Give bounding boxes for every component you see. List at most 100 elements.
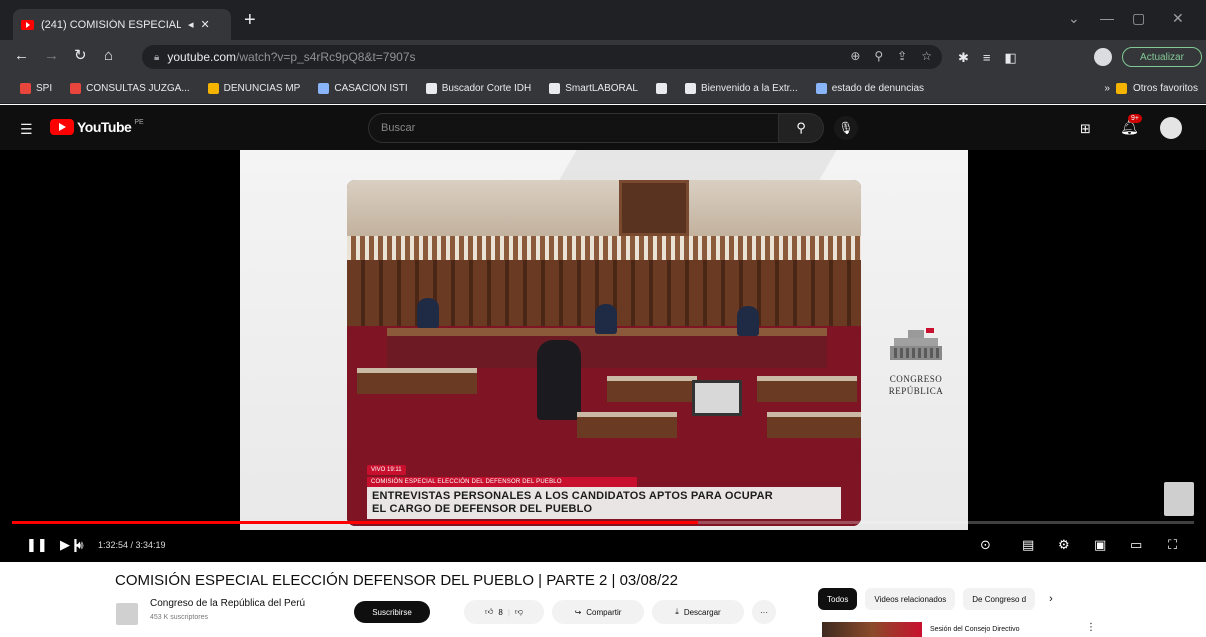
bookmark-label: DENUNCIAS MP — [223, 83, 301, 94]
microphone-icon: 🎙︎ — [838, 121, 854, 135]
commission-member — [417, 298, 439, 328]
bookmark-label: Bienvenido a la Extr... — [701, 83, 798, 94]
candidate-seated — [537, 340, 581, 420]
bookmark-star-icon[interactable]: ☆ — [921, 49, 932, 63]
bookmark-favicon-icon — [656, 83, 667, 94]
share-page-icon[interactable]: ⇪ — [897, 49, 907, 63]
bookmarks-overflow-icon[interactable]: » — [1104, 83, 1110, 94]
side-panel-icon[interactable]: ◧ — [1005, 50, 1017, 66]
subtitles-icon[interactable]: ▤ — [1022, 538, 1034, 552]
more-actions-button[interactable]: ··· — [752, 600, 776, 624]
bookmark-favicon-icon — [815, 83, 827, 94]
youtube-logo[interactable]: YouTube PE — [50, 119, 144, 135]
extension-pin-icon[interactable]: ✱ — [958, 50, 969, 66]
chip-from-channel[interactable]: De Congreso d — [963, 588, 1036, 610]
video-frame: VIVO 19:11 COMISIÓN ESPECIAL ELECCIÓN DE… — [240, 150, 968, 530]
speaker-icon: ◂ — [188, 19, 194, 31]
bookmark-favicon-icon — [549, 83, 561, 94]
other-bookmarks[interactable]: Otros favoritos — [1133, 83, 1198, 94]
bookmark-item[interactable]: SPI — [20, 83, 52, 94]
youtube-favicon-icon — [21, 19, 34, 30]
search-button[interactable]: ⚲ — [778, 113, 824, 143]
bookmark-favicon-icon — [318, 83, 330, 94]
reading-list-icon[interactable]: ≡ — [983, 50, 991, 66]
minimize-icon[interactable]: — — [1100, 10, 1114, 26]
bookmark-item[interactable]: Buscador Corte IDH — [425, 83, 531, 94]
address-bar[interactable]: 🔒︎ youtube.com/watch?v=p_s4rRc9pQ8&t=790… — [142, 45, 942, 69]
download-label: Descargar — [683, 607, 721, 617]
related-video-title[interactable]: Sesión del Consejo Directivo — [930, 626, 1020, 633]
account-avatar[interactable] — [1160, 117, 1182, 139]
search-icon: ⚲ — [796, 120, 806, 135]
share-button[interactable]: ↪ Compartir — [552, 600, 644, 624]
video-scene: VIVO 19:11 COMISIÓN ESPECIAL ELECCIÓN DE… — [347, 180, 861, 526]
browser-tab-youtube[interactable]: (241) COMISIÓN ESPECIAL E ◂ ✕ — [13, 9, 231, 40]
settings-gear-icon[interactable]: ⚙ — [1058, 538, 1070, 552]
bookmark-label: CONSULTAS JUZGA... — [86, 83, 190, 94]
youtube-logo-text: YouTube — [77, 119, 132, 135]
url-path: /watch?v=p_s4rRc9pQ8&t=7907s — [236, 50, 416, 64]
progress-bar[interactable] — [12, 521, 1194, 524]
bookmark-item[interactable]: estado de denuncias — [815, 83, 924, 94]
menu-icon[interactable]: ☰ — [20, 121, 33, 138]
chip-related[interactable]: Videos relacionados — [865, 588, 956, 610]
channel-watermark[interactable] — [1164, 482, 1194, 516]
congreso-logo: CONGRESO REPÚBLICA — [876, 326, 956, 397]
related-video-thumbnail[interactable] — [822, 622, 922, 637]
share-label: Compartir — [586, 607, 622, 617]
overlay-headline-line2: EL CARGO DE DEFENSOR DEL PUEBLO — [372, 503, 593, 515]
back-arrow-icon[interactable]: ← — [14, 48, 29, 64]
channel-avatar[interactable] — [116, 603, 138, 625]
tab-title: (241) COMISIÓN ESPECIAL E — [41, 18, 181, 31]
like-icon[interactable]: 👍︎ — [485, 607, 493, 617]
volume-icon[interactable]: 🔊︎ — [76, 538, 84, 552]
download-button[interactable]: ⤓ Descargar — [652, 600, 744, 624]
related-filter-chips: Todos Videos relacionados De Congreso d … — [818, 588, 1053, 610]
zoom-icon[interactable]: ⚲ — [874, 49, 883, 63]
autoplay-toggle-icon[interactable]: ⊙ — [980, 538, 991, 552]
window-close-icon[interactable]: ✕ — [1172, 10, 1184, 27]
chevron-right-icon[interactable]: › — [1043, 593, 1053, 605]
subscribe-button[interactable]: Suscribirse — [354, 601, 430, 623]
lock-icon: 🔒︎ — [154, 51, 160, 63]
forward-arrow-icon[interactable]: → — [44, 48, 59, 64]
tab-close-icon[interactable]: ✕ — [201, 18, 210, 31]
commission-dais — [387, 328, 827, 368]
home-icon[interactable]: ⌂ — [104, 48, 113, 64]
restore-icon[interactable]: ▢ — [1132, 10, 1145, 27]
new-tab-button[interactable]: + — [244, 10, 256, 30]
congreso-line1: CONGRESO — [889, 374, 943, 384]
profile-avatar[interactable] — [1094, 48, 1112, 66]
bookmark-item[interactable]: CASACION ISTI — [318, 83, 408, 94]
bookmark-item[interactable]: SmartLABORAL — [549, 83, 638, 94]
live-tag: VIVO 19:11 — [367, 465, 406, 475]
tab-search-icon[interactable]: ⌄ — [1068, 10, 1080, 27]
bookmark-item[interactable]: CONSULTAS JUZGA... — [70, 83, 190, 94]
search-input[interactable]: Buscar — [368, 113, 808, 143]
browser-tabstrip: (241) COMISIÓN ESPECIAL E ◂ ✕ + ⌄ — ▢ ✕ — [0, 0, 1206, 40]
bookmark-favicon-icon — [20, 83, 31, 94]
bookmark-favicon-icon — [425, 83, 437, 94]
bookmark-item[interactable] — [656, 83, 667, 94]
miniplayer-icon[interactable]: ▣ — [1094, 538, 1106, 552]
dislike-icon[interactable]: 👎︎ — [515, 607, 523, 617]
country-code: PE — [134, 119, 144, 126]
fullscreen-icon[interactable]: ⛶ — [1168, 538, 1177, 552]
voice-search-button[interactable]: 🎙︎ — [834, 116, 858, 140]
like-count[interactable]: 8 — [498, 608, 502, 617]
reload-icon[interactable]: ↻ — [74, 48, 87, 64]
channel-name[interactable]: Congreso de la República del Perú — [150, 598, 305, 609]
theater-mode-icon[interactable]: ▭ — [1130, 538, 1142, 552]
chip-all[interactable]: Todos — [818, 588, 858, 610]
install-app-icon[interactable]: ⊕ — [850, 49, 860, 63]
bookmark-item[interactable]: Bienvenido a la Extr... — [685, 83, 798, 94]
pause-icon[interactable]: ❚❚ — [26, 538, 48, 552]
folder-icon — [1115, 83, 1127, 94]
progress-bar-fill — [12, 521, 698, 524]
create-video-icon[interactable]: ⊞ — [1080, 121, 1091, 137]
bookmark-label: CASACION ISTI — [334, 83, 408, 94]
related-video-menu-icon[interactable]: ⋮ — [1086, 622, 1096, 633]
video-player[interactable]: VIVO 19:11 COMISIÓN ESPECIAL ELECCIÓN DE… — [0, 150, 1206, 562]
update-browser-button[interactable]: Actualizar — [1122, 47, 1202, 67]
bookmark-item[interactable]: DENUNCIAS MP — [207, 83, 301, 94]
